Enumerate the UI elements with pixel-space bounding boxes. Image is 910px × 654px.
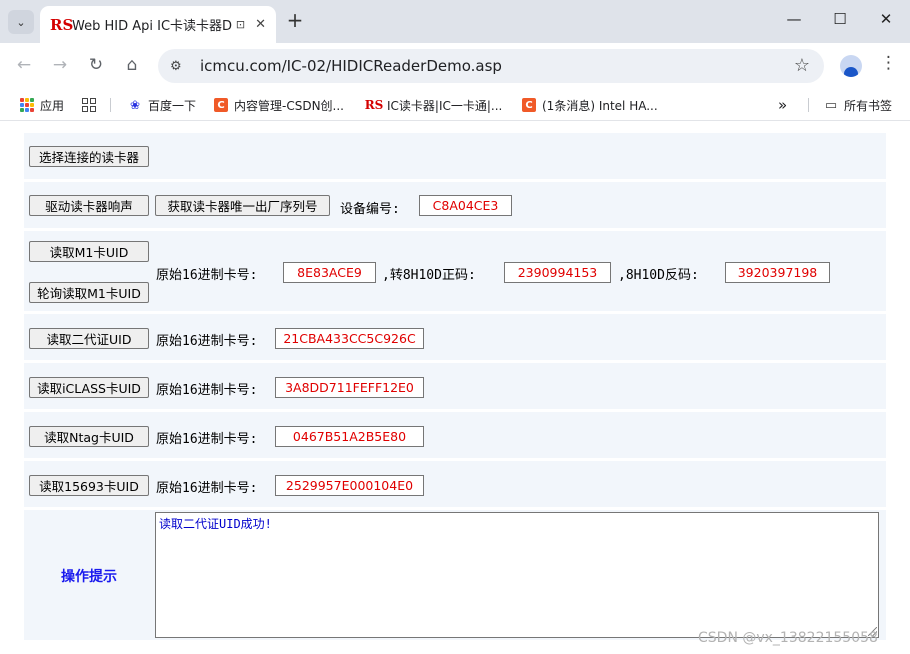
raw-hex-label: 原始16进制卡号: (156, 432, 258, 447)
ntag-value[interactable]: 0467B51A2B5E80 (275, 426, 424, 447)
read-ntag-button[interactable]: 读取Ntag卡UID (29, 426, 149, 447)
to-8h10d-label: ,转8H10D正码: (382, 268, 476, 283)
iso15693-row: 读取15693卡UID 原始16进制卡号: 2529957E000104E0 (24, 461, 886, 507)
m1-hex-value[interactable]: 8E83ACE9 (283, 262, 376, 283)
bookmark-intel[interactable]: C (1条消息) Intel HA... (522, 95, 658, 115)
hint-textarea[interactable]: 读取二代证UID成功! (155, 512, 879, 638)
tab-search-button[interactable]: ⌄ (8, 10, 34, 34)
m1-reverse-value[interactable]: 3920397198 (725, 262, 830, 283)
bookmark-apps[interactable]: 应用 (20, 95, 64, 115)
all-bookmarks-button[interactable]: ▭ 所有书签 (824, 95, 892, 115)
profile-avatar-icon[interactable] (840, 55, 862, 77)
url-text[interactable]: icmcu.com/IC-02/HIDICReaderDemo.asp (200, 57, 502, 75)
select-reader-row: 选择连接的读卡器 (24, 133, 886, 179)
bookmark-label: 应用 (40, 98, 65, 113)
read-m1-button[interactable]: 读取M1卡UID (29, 241, 149, 262)
select-reader-button[interactable]: 选择连接的读卡器 (29, 146, 149, 167)
folder-icon: ▭ (824, 97, 838, 113)
beep-button[interactable]: 驱动读卡器响声 (29, 195, 149, 216)
poll-m1-button[interactable]: 轮询读取M1卡UID (29, 282, 149, 303)
idcard-row: 读取二代证UID 原始16进制卡号: 21CBA433CC5C926C (24, 314, 886, 360)
browser-toolbar: ← → ↻ ⌂ ⚙ icmcu.com/IC-02/HIDICReaderDem… (0, 43, 910, 89)
address-bar[interactable]: ⚙ icmcu.com/IC-02/HIDICReaderDemo.asp ☆ (158, 49, 824, 83)
chevron-down-icon: ⌄ (16, 15, 26, 29)
back-arrow-icon[interactable]: ← (12, 53, 36, 77)
tab-media-icon: ⊡ (235, 18, 246, 31)
divider (110, 98, 111, 112)
tab-groups-button[interactable] (82, 95, 102, 115)
avatar (844, 67, 858, 77)
iclass-value[interactable]: 3A8DD711FEFF12E0 (275, 377, 424, 398)
device-row: 驱动读卡器响声 获取读卡器唯一出厂序列号 设备编号: C8A04CE3 (24, 182, 886, 228)
csdn-c-icon: C (214, 98, 228, 112)
bookmark-label: IC读卡器|IC一卡通|... (387, 98, 503, 113)
page-content: 选择连接的读卡器 驱动读卡器响声 获取读卡器唯一出厂序列号 设备编号: C8A0… (0, 122, 910, 654)
watermark: CSDN @vx_13822155058 (698, 630, 878, 646)
divider (808, 98, 809, 112)
bookmark-star-icon[interactable]: ☆ (794, 55, 810, 76)
device-no-value[interactable]: C8A04CE3 (419, 195, 512, 216)
bookmark-csdn[interactable]: C 内容管理-CSDN创... (214, 95, 344, 115)
bookmarks-bar: 应用 ❀ 百度一下 C 内容管理-CSDN创... RS IC读卡器|IC一卡通… (0, 89, 910, 121)
bookmark-label: 百度一下 (148, 98, 197, 113)
hint-row: 操作提示 读取二代证UID成功! (24, 510, 886, 640)
read-15693-button[interactable]: 读取15693卡UID (29, 475, 149, 496)
device-no-label: 设备编号: (340, 202, 400, 217)
forward-arrow-icon[interactable]: → (48, 53, 72, 77)
iclass-row: 读取iCLASS卡UID 原始16进制卡号: 3A8DD711FEFF12E0 (24, 363, 886, 409)
bookmarks-overflow-button[interactable]: » (778, 95, 787, 115)
tab-favicon-icon: RS (50, 15, 74, 34)
ntag-row: 读取Ntag卡UID 原始16进制卡号: 0467B51A2B5E80 (24, 412, 886, 458)
rs-logo-icon: RS (364, 98, 384, 112)
active-tab[interactable]: RS Web HID Api IC卡读卡器D ⊡ ✕ (40, 6, 276, 43)
reload-icon[interactable]: ↻ (84, 53, 108, 77)
read-iclass-button[interactable]: 读取iCLASS卡UID (29, 377, 149, 398)
bookmark-baidu[interactable]: ❀ 百度一下 (128, 95, 196, 115)
maximize-icon[interactable]: ☐ (830, 10, 850, 32)
raw-hex-label: 原始16进制卡号: (156, 481, 258, 496)
hint-label: 操作提示 (61, 569, 117, 585)
baidu-paw-icon: ❀ (129, 98, 141, 112)
get-serial-button[interactable]: 获取读卡器唯一出厂序列号 (155, 195, 330, 216)
tab-groups-icon (82, 98, 96, 112)
m1-8h10d-value[interactable]: 2390994153 (504, 262, 611, 283)
menu-kebab-icon[interactable]: ⋮ (880, 53, 897, 73)
title-bar: ⌄ RS Web HID Api IC卡读卡器D ⊡ ✕ + — ☐ ✕ (0, 0, 910, 43)
m1-row: 读取M1卡UID 轮询读取M1卡UID 原始16进制卡号: 8E83ACE9 ,… (24, 231, 886, 311)
hint-text: 读取二代证UID成功! (159, 517, 272, 531)
new-tab-button[interactable]: + (284, 10, 306, 32)
close-tab-icon[interactable]: ✕ (255, 17, 266, 32)
bookmark-label: 内容管理-CSDN创... (234, 98, 344, 113)
reverse-8h10d-label: ,8H10D反码: (618, 268, 699, 283)
bookmark-label: 所有书签 (844, 98, 893, 113)
read-idcard-button[interactable]: 读取二代证UID (29, 328, 149, 349)
csdn-c-icon: C (522, 98, 536, 112)
raw-hex-label: 原始16进制卡号: (156, 383, 258, 398)
raw-hex-label: 原始16进制卡号: (156, 268, 258, 283)
tab-title: Web HID Api IC卡读卡器D (72, 19, 232, 34)
minimize-icon[interactable]: — (784, 10, 804, 32)
site-info-icon[interactable]: ⚙ (170, 59, 192, 74)
close-window-icon[interactable]: ✕ (876, 10, 896, 32)
home-icon[interactable]: ⌂ (120, 53, 144, 77)
raw-hex-label: 原始16进制卡号: (156, 334, 258, 349)
apps-grid-icon (20, 98, 34, 112)
iso15693-value[interactable]: 2529957E000104E0 (275, 475, 424, 496)
bookmark-icmcu[interactable]: RS IC读卡器|IC一卡通|... (364, 95, 503, 115)
idcard-value[interactable]: 21CBA433CC5C926C (275, 328, 424, 349)
bookmark-label: (1条消息) Intel HA... (542, 98, 658, 113)
